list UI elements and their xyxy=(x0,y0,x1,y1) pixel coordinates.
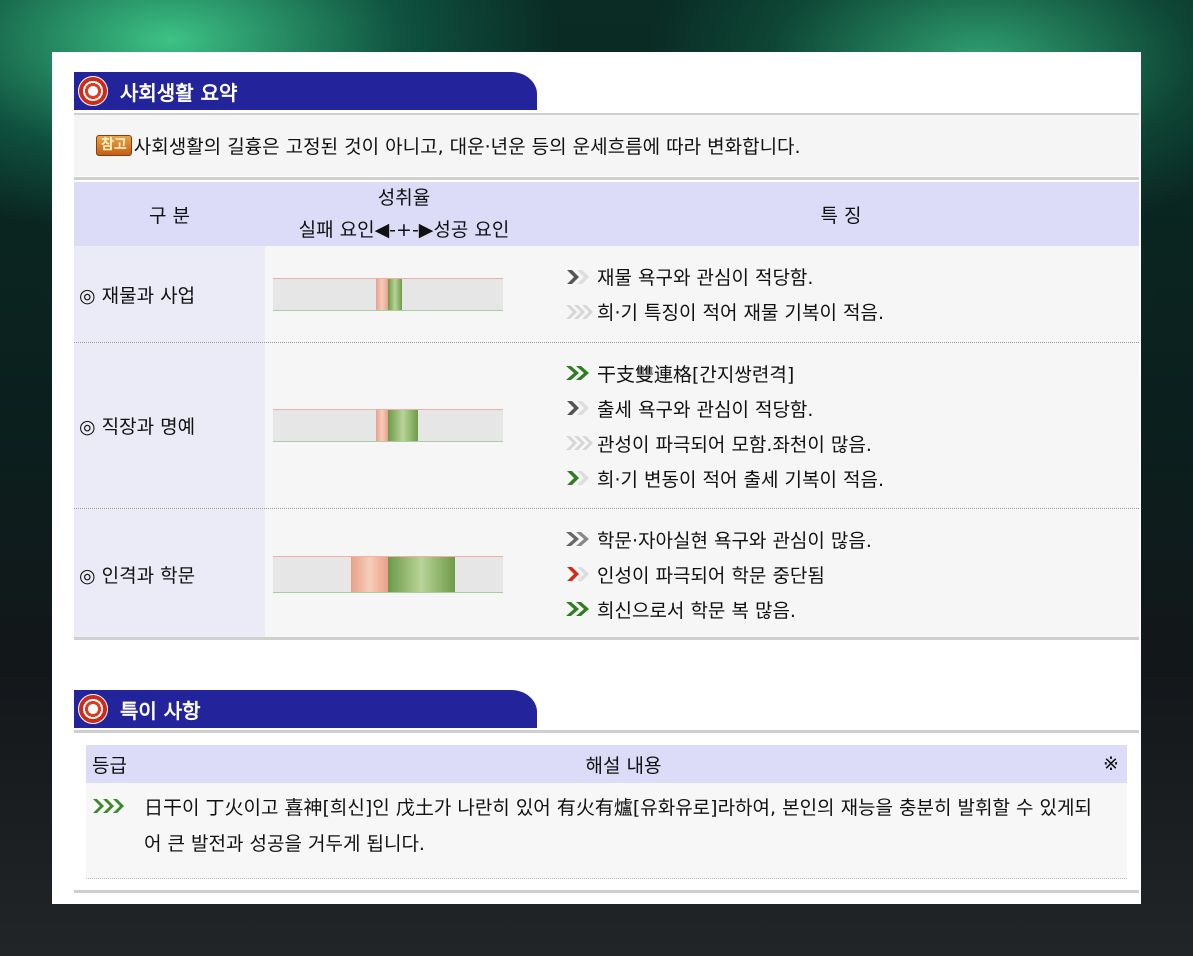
summary-section-title: 사회생활 요약 xyxy=(120,80,238,105)
feature-text: 희·기 변동이 적어 출세 기복이 적음. xyxy=(597,468,884,491)
special-table-header: 등급 해설 내용 ※ xyxy=(86,745,1127,783)
green-triple-chevron-icon xyxy=(86,783,144,878)
divider xyxy=(74,730,1139,733)
table-row: ◎ 인격과 학문 학문·자아실현 욕구와 관심이 많음. 인성이 파극되어 학문 중… xyxy=(74,509,1139,639)
success-factor-fill xyxy=(388,556,455,592)
row-features: 干支雙連格[간지쌍련격] 출세 욕구와 관심이 적당함. 관성이 파극되어 모함.좌… xyxy=(543,343,1139,508)
target-circle-icon xyxy=(78,76,108,106)
row-features: 재물 욕구와 관심이 적당함. 희·기 특징이 적어 재물 기복이 적음. xyxy=(543,246,1139,342)
feature-item: 干支雙連格[간지쌍련격] xyxy=(565,356,1139,391)
success-factor-fill xyxy=(388,410,418,441)
gray-double-chevron-icon xyxy=(565,529,597,549)
achievement-bar xyxy=(273,277,503,311)
header-rate: 성취율 실패 요인◀-+-▶성공 요인 xyxy=(265,182,543,246)
feature-text: 희·기 특징이 적어 재물 기복이 적음. xyxy=(597,302,884,324)
green-chevron-icon xyxy=(565,468,597,488)
feature-item: 출세 욕구와 관심이 적당함. xyxy=(565,391,1139,426)
divider xyxy=(74,890,1139,893)
target-circle-icon xyxy=(78,694,108,724)
feature-text: 희신으로서 학문 복 많음. xyxy=(597,599,796,622)
table-row: ◎ 직장과 명예 干支雙連格[간지쌍련격] 출세 욕구와 관심이 적당함. 관성이 파… xyxy=(74,343,1139,509)
gray-chevron-icon xyxy=(565,398,597,418)
achievement-bar xyxy=(273,555,503,593)
light-triple-chevron-icon xyxy=(565,433,597,453)
feature-item: 희·기 특징이 적어 재물 기복이 적음. xyxy=(565,294,1139,329)
light-triple-chevron-icon xyxy=(565,302,597,322)
feature-text: 인성이 파극되어 학문 중단됨 xyxy=(597,564,825,587)
legend-success-label: 성공 요인 xyxy=(433,219,510,241)
table-body: ◎ 재물과 사업 재물 욕구와 관심이 적당함. 희·기 특징이 적어 재물 기복이… xyxy=(74,246,1139,639)
special-section-title: 특이 사항 xyxy=(120,698,201,723)
fail-factor-fill xyxy=(376,410,388,441)
notice-text: 사회생활의 길흉은 고정된 것이 아니고, 대운·년운 등의 운세흐름에 따라 … xyxy=(133,136,801,158)
achievement-bar-cell xyxy=(265,509,543,639)
row-category: ◎ 직장과 명예 xyxy=(74,343,265,508)
feature-item: 희신으로서 학문 복 많음. xyxy=(565,592,1139,627)
row-category: ◎ 재물과 사업 xyxy=(74,246,265,342)
feature-text: 재물 욕구와 관심이 적당함. xyxy=(597,267,814,289)
header-category: 구 분 xyxy=(149,204,190,227)
feature-text: 干支雙連格[간지쌍련격] xyxy=(597,363,795,386)
fail-factor-fill xyxy=(376,278,388,310)
special-section-tab: 특이 사항 xyxy=(74,690,537,728)
special-item-text: 日干이 丁火이고 喜神[희신]인 戊土가 나란히 있어 有火有爐[유화유로]라하… xyxy=(144,797,1092,855)
row-category: ◎ 인격과 학문 xyxy=(74,509,265,639)
summary-table: 구 분 성취율 실패 요인◀-+-▶성공 요인 특 징 ◎ 재물과 사업 재물 욕… xyxy=(74,182,1139,639)
achievement-bar xyxy=(273,409,503,442)
feature-item: 재물 욕구와 관심이 적당함. xyxy=(565,259,1139,294)
summary-section-tab: 사회생활 요약 xyxy=(74,72,537,110)
header-rate-title: 성취율 xyxy=(377,187,431,209)
special-item: 日干이 丁火이고 喜神[희신]인 戊土가 나란히 있어 有火有爐[유화유로]라하… xyxy=(86,783,1127,879)
header-rate-legend: 실패 요인◀-+-▶성공 요인 xyxy=(265,214,543,246)
legend-fail-label: 실패 요인 xyxy=(298,219,375,241)
feature-item: 관성이 파극되어 모함.좌천이 많음. xyxy=(565,426,1139,461)
feature-text: 관성이 파극되어 모함.좌천이 많음. xyxy=(597,433,872,456)
header-features: 특 징 xyxy=(820,204,862,227)
divider xyxy=(74,637,1139,640)
header-mark: ※ xyxy=(1103,753,1119,775)
fail-factor-fill xyxy=(351,556,388,592)
header-grade: 등급 xyxy=(92,754,127,777)
green-double-chevron-icon xyxy=(565,599,597,619)
feature-text: 출세 욕구와 관심이 적당함. xyxy=(597,398,814,421)
table-header: 구 분 성취율 실패 요인◀-+-▶성공 요인 특 징 xyxy=(74,182,1139,246)
red-chevron-icon xyxy=(565,564,597,584)
notice-badge: 참고 xyxy=(96,135,132,156)
gray-chevron-icon xyxy=(565,267,597,287)
green-double-chevron-icon xyxy=(565,363,597,383)
feature-item: 학문·자아실현 욕구와 관심이 많음. xyxy=(565,522,1139,557)
divider xyxy=(74,177,1139,180)
feature-text: 학문·자아실현 욕구와 관심이 많음. xyxy=(597,529,872,552)
notice-bar: 참고 사회생활의 길흉은 고정된 것이 아니고, 대운·년운 등의 운세흐름에 … xyxy=(74,115,1139,176)
table-row: ◎ 재물과 사업 재물 욕구와 관심이 적당함. 희·기 특징이 적어 재물 기복이… xyxy=(74,246,1139,343)
achievement-bar-cell xyxy=(265,246,543,342)
achievement-bar-cell xyxy=(265,343,543,508)
feature-item: 인성이 파극되어 학문 중단됨 xyxy=(565,557,1139,592)
header-content: 해설 내용 xyxy=(585,754,662,777)
feature-item: 희·기 변동이 적어 출세 기복이 적음. xyxy=(565,461,1139,496)
success-factor-fill xyxy=(388,278,402,310)
legend-arrows: ◀-+-▶ xyxy=(374,219,434,241)
row-features: 학문·자아실현 욕구와 관심이 많음. 인성이 파극되어 학문 중단됨희신으로서 … xyxy=(543,509,1139,639)
fortune-report-panel: 사회생활 요약 참고 사회생활의 길흉은 고정된 것이 아니고, 대운·년운 등… xyxy=(52,52,1141,904)
